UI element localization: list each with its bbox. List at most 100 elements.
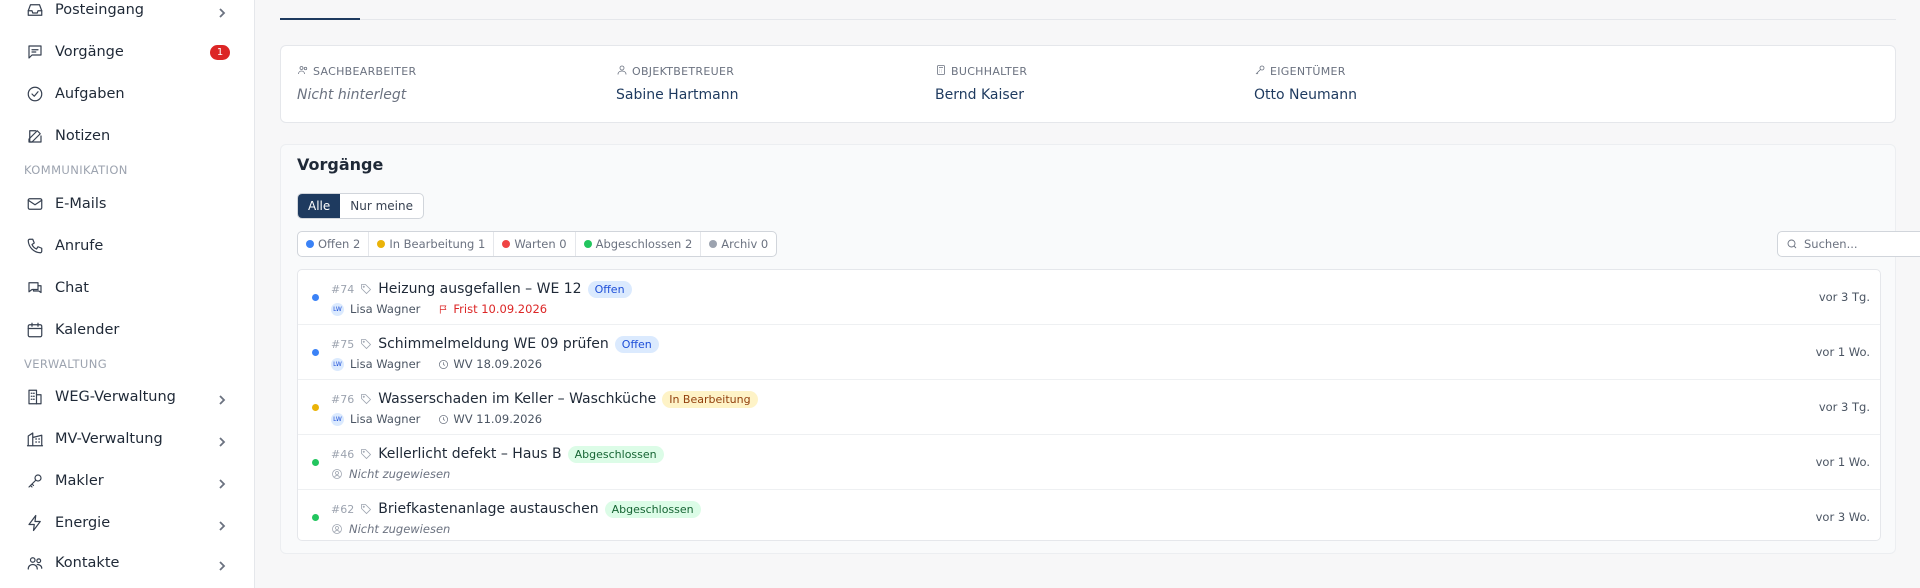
sidebar-item-label: MV-Verwaltung — [55, 431, 163, 447]
relative-time: vor 3 Tg. — [1818, 400, 1870, 414]
person-value[interactable]: Otto Neumann — [1254, 87, 1357, 103]
ticket-title: Schimmelmeldung WE 09 prüfen — [378, 336, 609, 352]
sidebar-item-label: Anrufe — [55, 238, 104, 254]
status-badge: Offen — [587, 280, 632, 298]
sidebar-item-mv-verwaltung[interactable]: MV-Verwaltung — [24, 424, 232, 454]
avatar: LW — [331, 357, 344, 371]
chevron-right-icon — [216, 391, 228, 405]
responsibilities-card: SACHBEARBEITER Nicht hinterlegt OBJEKTBE… — [280, 45, 1896, 123]
follow-up: WV 18.09.2026 — [438, 357, 542, 371]
status-dot — [312, 459, 319, 466]
relative-time: vor 3 Wo. — [1815, 510, 1870, 524]
users-icon — [24, 552, 46, 574]
follow-up-text: WV 11.09.2026 — [453, 412, 543, 426]
unassigned: Nicht zugewiesen — [331, 467, 450, 481]
tag-icon — [360, 390, 378, 409]
unassigned-text: Nicht zugewiesen — [349, 522, 451, 536]
sidebar-item-weg-verwaltung[interactable]: WEG-Verwaltung — [24, 382, 232, 412]
sidebar-item-emails[interactable]: E-Mails — [24, 189, 232, 219]
filter-archiv[interactable]: Archiv 0 — [701, 232, 776, 256]
toggle-all[interactable]: Alle — [298, 194, 341, 218]
scope-toggle: Alle Nur meine — [297, 193, 424, 219]
tag-icon — [360, 445, 378, 464]
sidebar-item-label: Kalender — [55, 322, 120, 338]
buildings-icon — [24, 428, 46, 450]
key-icon — [24, 470, 46, 492]
key-icon — [1254, 64, 1270, 79]
chevron-right-icon — [216, 557, 228, 571]
sidebar-item-kalender[interactable]: Kalender — [24, 315, 232, 345]
edit-icon — [24, 125, 46, 147]
list-item[interactable]: #62 Briefkastenanlage austauschen Abgesc… — [298, 490, 1880, 540]
main-content: SACHBEARBEITER Nicht hinterlegt OBJEKTBE… — [256, 0, 1920, 588]
sidebar-item-aufgaben[interactable]: Aufgaben — [24, 79, 232, 109]
sidebar-item-label: Kontakte — [55, 555, 120, 571]
status-badge: Abgeschlossen — [567, 445, 664, 463]
ticket-title: Briefkastenanlage austauschen — [378, 501, 599, 517]
count-badge: 1 — [210, 44, 230, 60]
search-icon — [1786, 235, 1804, 254]
follow-up: WV 11.09.2026 — [438, 412, 542, 426]
person-buchhalter: BUCHHALTER Bernd Kaiser — [935, 64, 1027, 103]
list-item[interactable]: #46 Kellerlicht defekt – Haus B Abgeschl… — [298, 435, 1880, 490]
status-badge: In Bearbeitung — [662, 390, 758, 408]
toggle-mine[interactable]: Nur meine — [340, 194, 423, 218]
sidebar-item-posteingang[interactable]: Posteingang — [24, 0, 232, 25]
section-label-verwaltung: VERWALTUNG — [24, 357, 108, 371]
tag-icon — [360, 500, 378, 519]
status-dot — [312, 349, 319, 356]
ticket-title: Wasserschaden im Keller – Waschküche — [378, 391, 657, 407]
sidebar-item-label: E-Mails — [55, 196, 107, 212]
person-value[interactable]: Bernd Kaiser — [935, 87, 1027, 103]
filter-abgeschlossen[interactable]: Abgeschlossen 2 — [576, 232, 702, 256]
tag-icon — [360, 335, 378, 354]
sidebar-item-chat[interactable]: Chat — [24, 273, 232, 303]
users-icon — [297, 64, 313, 79]
person-role-label: OBJEKTBETREUER — [632, 65, 735, 78]
sidebar-item-label: Posteingang — [55, 2, 144, 18]
chevron-right-icon — [216, 433, 228, 447]
filter-offen[interactable]: Offen 2 — [298, 232, 370, 256]
user-circle-icon — [332, 524, 342, 534]
list-item[interactable]: #76 Wasserschaden im Keller – Waschküche… — [298, 380, 1880, 435]
phone-icon — [24, 235, 46, 257]
assignee-name: Lisa Wagner — [350, 357, 421, 371]
unassigned: Nicht zugewiesen — [331, 522, 450, 536]
sidebar-item-vorgaenge[interactable]: Vorgänge 1 — [24, 37, 232, 67]
sidebar-item-anrufe[interactable]: Anrufe — [24, 231, 232, 261]
sidebar-item-notizen[interactable]: Notizen — [24, 121, 232, 151]
active-tab-indicator — [280, 18, 360, 20]
person-value[interactable]: Sabine Hartmann — [616, 87, 739, 103]
sidebar-item-label: Energie — [55, 515, 111, 531]
ticket-number: #76 — [331, 392, 355, 406]
filter-label: In Bearbeitung 1 — [389, 237, 486, 251]
ticket-number: #46 — [331, 447, 355, 461]
avatar: LW — [331, 302, 344, 316]
sidebar-item-energie[interactable]: Energie — [24, 508, 232, 538]
assignee-name: Lisa Wagner — [350, 302, 421, 316]
sidebar-item-makler[interactable]: Makler — [24, 466, 232, 496]
status-dot — [312, 514, 319, 521]
section-label-kommunikation: KOMMUNIKATION — [24, 163, 128, 177]
ticket-number: #62 — [331, 502, 355, 516]
check-circle-icon — [24, 83, 46, 105]
status-dot — [377, 240, 386, 248]
vorgaenge-list: #74 Heizung ausgefallen – WE 12 Offen LW… — [297, 269, 1881, 541]
user-circle-icon — [332, 469, 342, 479]
sidebar-item-kontakte[interactable]: Kontakte — [24, 548, 232, 578]
mail-icon — [24, 193, 46, 215]
list-item[interactable]: #74 Heizung ausgefallen – WE 12 Offen LW… — [298, 270, 1880, 325]
filter-in-bearbeitung[interactable]: In Bearbeitung 1 — [369, 232, 495, 256]
chevron-right-icon — [216, 517, 228, 531]
filter-warten[interactable]: Warten 0 — [494, 232, 576, 256]
clock-icon — [439, 414, 449, 424]
sidebar-item-label: WEG-Verwaltung — [55, 389, 176, 405]
filter-label: Abgeschlossen 2 — [595, 237, 693, 251]
status-badge: Abgeschlossen — [604, 500, 701, 518]
chevron-right-icon — [216, 475, 228, 489]
status-dot — [583, 240, 592, 248]
ticket-title: Heizung ausgefallen – WE 12 — [378, 281, 582, 297]
list-item[interactable]: #75 Schimmelmeldung WE 09 prüfen Offen L… — [298, 325, 1880, 380]
filter-label: Warten 0 — [514, 237, 567, 251]
search-input[interactable] — [1804, 237, 1920, 251]
